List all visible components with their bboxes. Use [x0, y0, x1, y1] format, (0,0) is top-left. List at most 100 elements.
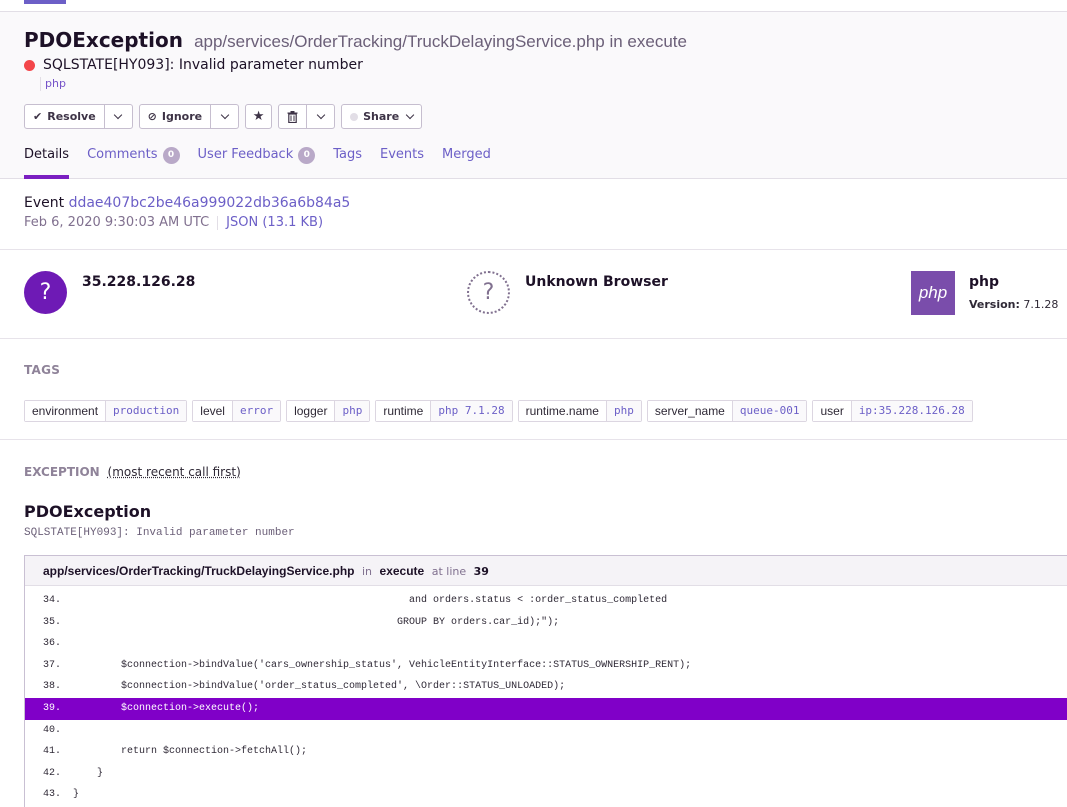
exception-value: SQLSTATE[HY093]: Invalid parameter numbe…: [24, 527, 295, 539]
version-label: Version:: [969, 298, 1020, 311]
tab-user-feedback[interactable]: User Feedback 0: [198, 147, 316, 179]
frame-function: execute: [379, 564, 425, 578]
chevron-down-icon: [220, 110, 229, 119]
frame-header[interactable]: app/services/OrderTracking/TruckDelaying…: [25, 556, 1067, 586]
tag-user[interactable]: user ip:35.228.126.28: [812, 400, 973, 422]
user-context: ? 35.228.126.28: [24, 271, 195, 314]
message-text: SQLSTATE[HY093]: Invalid parameter numbe…: [43, 57, 363, 73]
top-bar: [0, 0, 1067, 12]
tags-section: TAGS environment production level error …: [0, 339, 1067, 440]
ignore-label: Ignore: [161, 110, 203, 123]
tag-server-name[interactable]: server_name queue-001: [646, 400, 808, 422]
star-icon: ★: [252, 109, 265, 124]
check-icon: ✔: [33, 110, 43, 123]
frame-in-label: in: [361, 565, 373, 578]
ignore-dropdown-button[interactable]: [211, 104, 240, 129]
resolve-dropdown-button[interactable]: [104, 104, 133, 129]
call-order-toggle[interactable]: (most recent call first): [108, 465, 241, 479]
tag-key: logger: [287, 401, 336, 421]
runtime-context: php php Version: 7.1.28: [911, 271, 1058, 315]
top-active-indicator: [24, 0, 66, 4]
exception-type: PDOException: [24, 28, 183, 52]
tab-label: Comments: [87, 147, 158, 162]
php-logo-icon: php: [911, 271, 955, 315]
event-timestamp: Feb 6, 2020 9:30:03 AM UTC: [24, 215, 210, 230]
user-avatar: ?: [24, 271, 67, 314]
code-line: 42. }: [43, 767, 104, 779]
comments-count-badge: 0: [162, 147, 180, 164]
code-line: 43.}: [43, 789, 80, 801]
exception-type-heading: PDOException: [24, 502, 152, 521]
browser-name: Unknown Browser: [525, 274, 668, 290]
tab-events[interactable]: Events: [380, 147, 424, 179]
feedback-count-badge: 0: [298, 147, 316, 164]
bookmark-group: ★: [245, 104, 273, 129]
error-level-icon: [24, 59, 35, 71]
share-status-icon: [350, 112, 359, 121]
platform-label: php: [40, 77, 66, 91]
share-group: Share: [341, 104, 423, 129]
issue-tabs: Details Comments 0 User Feedback 0 Tags …: [24, 147, 509, 179]
resolve-label: Resolve: [47, 110, 96, 123]
delete-group: [278, 104, 336, 129]
ignore-group: ⊘ Ignore: [138, 104, 240, 129]
chevron-down-icon: [405, 110, 415, 119]
tag-level[interactable]: level error: [192, 400, 282, 422]
event-title: Event ddae407bc2be46a999022db36a6b84a5: [24, 195, 350, 211]
unknown-browser-icon: ?: [467, 271, 510, 314]
context-summary: ? 35.228.126.28 ? Unknown Browser php ph…: [0, 250, 1067, 339]
code-line: 35. GROUP BY orders.car_id);");: [43, 616, 560, 628]
ignore-icon: ⊘: [147, 110, 157, 123]
stack-frame: app/services/OrderTracking/TruckDelaying…: [24, 555, 1067, 807]
code-line: 38. $connection->bindValue('order_status…: [43, 681, 566, 693]
tag-list: environment production level error logge…: [24, 400, 978, 422]
tag-key: environment: [25, 401, 107, 421]
code-line: 40.: [43, 724, 62, 736]
exception-section: EXCEPTION (most recent call first) PDOEx…: [0, 440, 1067, 807]
tag-runtime[interactable]: runtime php 7.1.28: [375, 400, 513, 422]
tab-comments[interactable]: Comments 0: [87, 147, 180, 179]
tag-value: error: [232, 401, 281, 421]
tag-value: php 7.1.28: [431, 401, 512, 421]
chevron-down-icon: [316, 110, 325, 119]
action-bar: ✔ Resolve ⊘ Ignore ★ Share: [24, 104, 428, 129]
ignore-button[interactable]: ⊘ Ignore: [138, 104, 212, 129]
tag-runtime-name[interactable]: runtime.name php: [517, 400, 642, 422]
tag-key: level: [193, 401, 233, 421]
tab-details[interactable]: Details: [24, 147, 70, 179]
issue-message: SQLSTATE[HY093]: Invalid parameter numbe…: [24, 57, 363, 73]
tag-value: php: [335, 401, 370, 421]
resolve-group: ✔ Resolve: [24, 104, 133, 129]
code-line-active: 39. $connection->execute();: [25, 697, 1067, 720]
tag-logger[interactable]: logger php: [286, 400, 371, 422]
frame-at-line-label: at line: [431, 565, 467, 578]
event-section: Event ddae407bc2be46a999022db36a6b84a5 F…: [0, 180, 1067, 250]
culprit: app/services/OrderTracking/TruckDelaying…: [194, 32, 687, 51]
bookmark-button[interactable]: ★: [245, 104, 273, 129]
tag-value: production: [106, 401, 187, 421]
resolve-button[interactable]: ✔ Resolve: [24, 104, 105, 129]
tag-environment[interactable]: environment production: [24, 400, 188, 422]
issue-title: PDOException app/services/OrderTracking/…: [24, 28, 687, 52]
json-link[interactable]: JSON (13.1 KB): [226, 215, 323, 230]
runtime-name: php: [969, 274, 1000, 290]
share-label: Share: [363, 110, 400, 123]
tag-value: ip:35.228.126.28: [851, 401, 972, 421]
delete-button[interactable]: [278, 104, 308, 129]
exception-title: EXCEPTION: [24, 465, 100, 479]
runtime-version: Version: 7.1.28: [969, 298, 1058, 311]
tab-label: Events: [380, 147, 425, 162]
chevron-down-icon: [113, 110, 123, 119]
tag-value: php: [606, 401, 641, 421]
share-button[interactable]: Share: [341, 104, 423, 129]
tag-key: user: [813, 401, 852, 421]
event-meta: Feb 6, 2020 9:30:03 AM UTC JSON (13.1 KB…: [24, 215, 323, 230]
tab-merged[interactable]: Merged: [442, 147, 491, 179]
frame-line-number: 39: [473, 565, 489, 578]
event-id-link[interactable]: ddae407bc2be46a999022db36a6b84a5: [69, 195, 351, 211]
tab-tags[interactable]: Tags: [333, 147, 362, 179]
issue-header: PDOException app/services/OrderTracking/…: [0, 12, 1067, 179]
tags-title: TAGS: [24, 363, 61, 377]
delete-dropdown-button[interactable]: [307, 104, 336, 129]
code-line: 37. $connection->bindValue('cars_ownersh…: [43, 659, 692, 671]
